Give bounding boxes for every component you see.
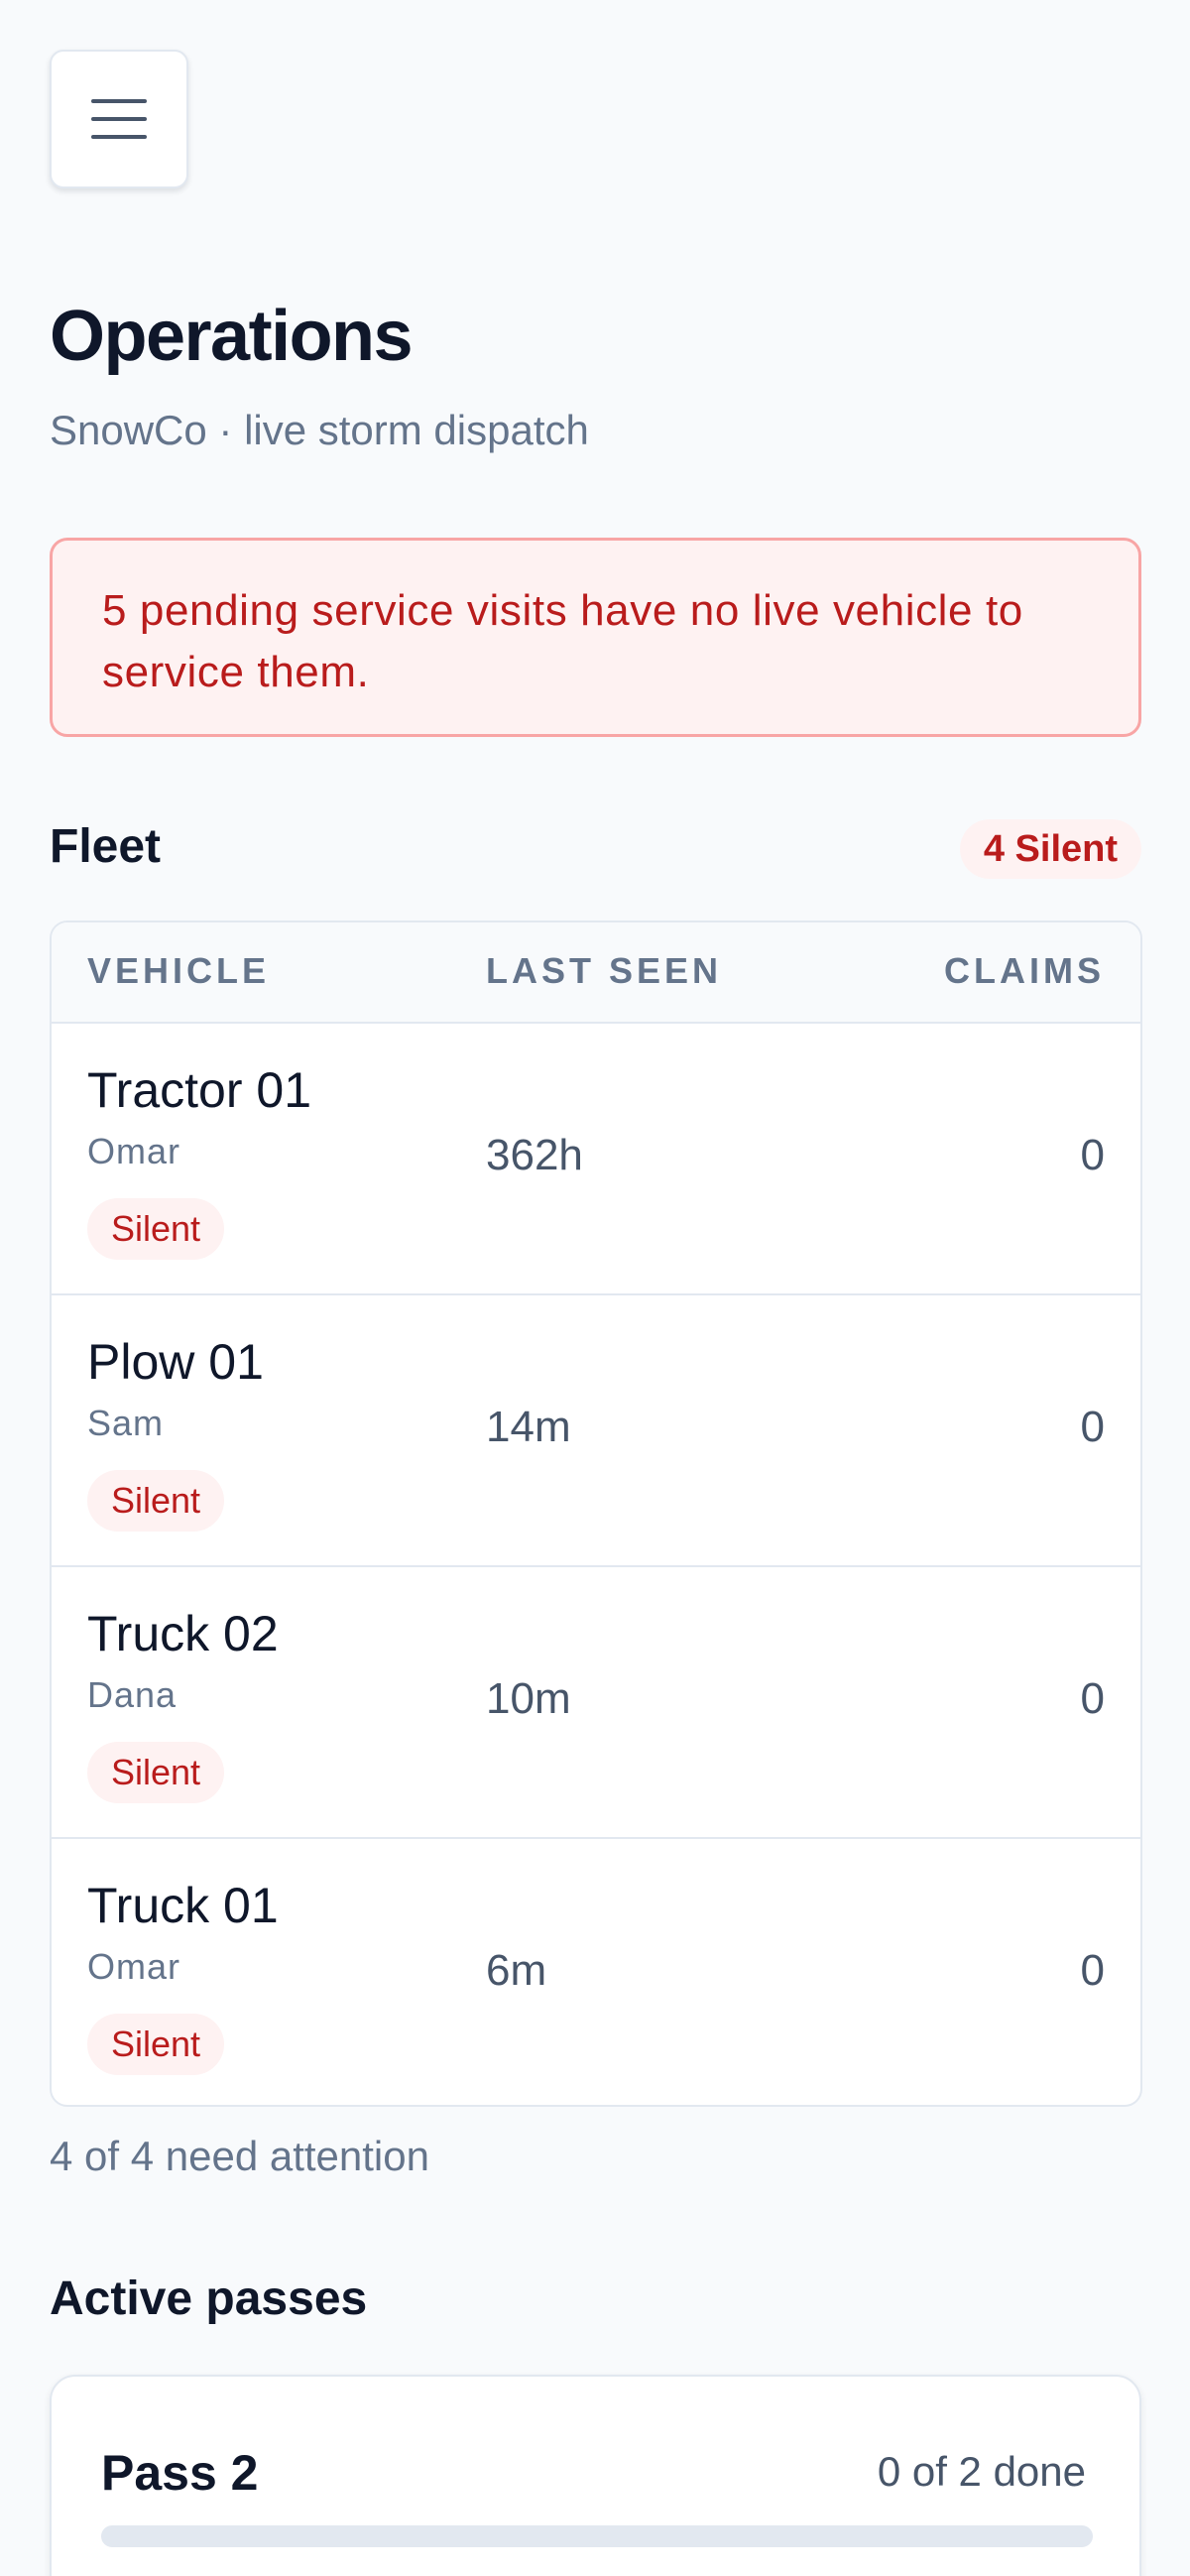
alert-banner: 5 pending service visits have no live ve…: [50, 538, 1141, 737]
pass-progress-bar: [101, 2525, 1093, 2547]
status-badge: Silent: [87, 1742, 225, 1803]
vehicle-claims: 0: [1080, 1403, 1105, 1451]
fleet-section-title: Fleet: [50, 820, 162, 873]
table-row[interactable]: Truck 02 Dana Silent 10m 0: [52, 1567, 1140, 1839]
silent-count-badge: 4 Silent: [959, 819, 1141, 879]
vehicle-claims: 0: [1080, 1131, 1105, 1179]
vehicle-last-seen: 14m: [486, 1403, 571, 1451]
page-title: Operations: [50, 297, 414, 376]
menu-button[interactable]: [50, 50, 188, 188]
vehicle-name: Truck 01: [87, 1878, 279, 1933]
vehicle-claims: 0: [1080, 1946, 1105, 1995]
vehicle-name: Truck 02: [87, 1606, 279, 1661]
vehicle-driver: Omar: [87, 1131, 180, 1171]
column-header-vehicle: VEHICLE: [87, 950, 271, 991]
vehicle-last-seen: 362h: [486, 1131, 583, 1179]
column-header-last-seen: LAST SEEN: [486, 950, 723, 991]
vehicle-last-seen: 10m: [486, 1674, 571, 1723]
vehicle-last-seen: 6m: [486, 1946, 547, 1995]
page-subtitle: SnowCo · live storm dispatch: [50, 407, 589, 453]
hamburger-menu-icon: [91, 99, 147, 139]
status-badge: Silent: [87, 2014, 225, 2075]
pass-card[interactable]: Pass 2 0 of 2 done: [50, 2375, 1141, 2576]
vehicle-claims: 0: [1080, 1674, 1105, 1723]
pass-progress-text: 0 of 2 done: [877, 2448, 1086, 2495]
table-header: VEHICLE LAST SEEN CLAIMS: [52, 922, 1140, 1024]
vehicle-driver: Omar: [87, 1946, 180, 1987]
column-header-claims: CLAIMS: [944, 950, 1105, 991]
fleet-table: VEHICLE LAST SEEN CLAIMS Tractor 01 Omar…: [50, 920, 1142, 2107]
vehicle-name: Plow 01: [87, 1334, 264, 1390]
table-row[interactable]: Plow 01 Sam Silent 14m 0: [52, 1295, 1140, 1567]
table-row[interactable]: Tractor 01 Omar Silent 362h 0: [52, 1024, 1140, 1295]
vehicle-name: Tractor 01: [87, 1062, 312, 1118]
status-badge: Silent: [87, 1470, 225, 1532]
vehicle-driver: Dana: [87, 1674, 178, 1715]
passes-section-title: Active passes: [50, 2272, 368, 2325]
fleet-summary: 4 of 4 need attention: [50, 2133, 429, 2179]
status-badge: Silent: [87, 1198, 225, 1260]
table-row[interactable]: Truck 01 Omar Silent 6m 0: [52, 1839, 1140, 2105]
vehicle-driver: Sam: [87, 1403, 165, 1443]
pass-name: Pass 2: [101, 2445, 259, 2501]
